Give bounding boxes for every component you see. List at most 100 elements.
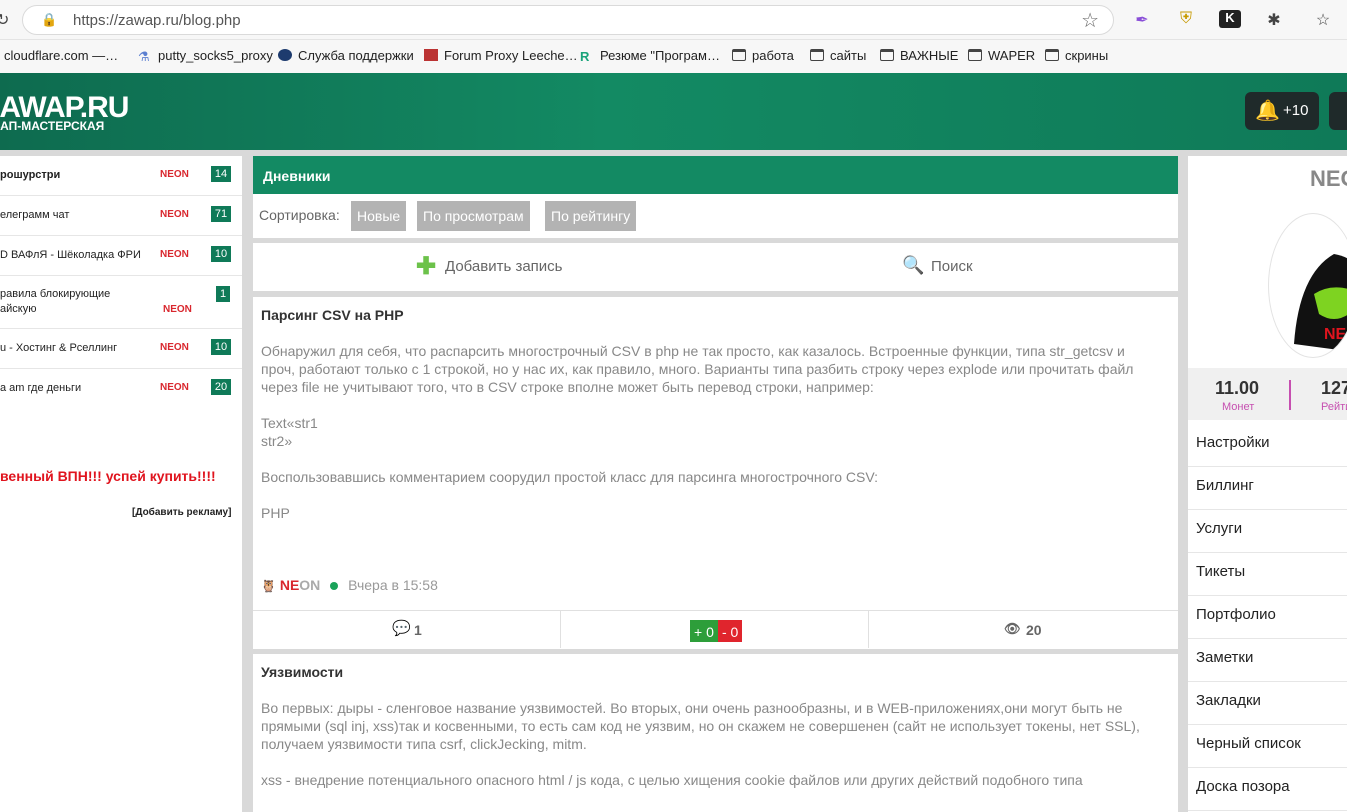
bookmark-item[interactable]: Forum Proxy Leeche…: [424, 48, 578, 63]
list-item[interactable]: u - Хостинг & Рселлинг NEON 10: [0, 329, 242, 369]
list-item-count: 20: [211, 379, 231, 395]
list-item-author[interactable]: NEON: [160, 382, 189, 393]
plus-icon: ✚: [416, 253, 437, 280]
rating-plus-button[interactable]: + 0: [690, 620, 718, 642]
bookmark-folder[interactable]: сайты: [810, 48, 866, 63]
post-time: Вчера в 15:58: [348, 577, 438, 593]
sort-rating-button[interactable]: По рейтингу: [545, 201, 637, 231]
list-item-author[interactable]: NEON: [163, 304, 192, 315]
list-item-author[interactable]: NEON: [160, 249, 189, 260]
forum-icon: [424, 49, 438, 61]
page-title: Дневники: [253, 156, 1178, 194]
list-item[interactable]: D ВАФлЯ - Шёколадка ФРИ NEON 10: [0, 236, 242, 276]
coins-value: 11.00: [1215, 378, 1260, 398]
add-post-label: Добавить запись: [445, 258, 563, 275]
sort-views-button[interactable]: По просмотрам: [417, 201, 530, 231]
search-label: Поиск: [931, 258, 973, 275]
bookmark-folder[interactable]: скрины: [1045, 48, 1108, 63]
page-body: рошурстри NEON 14 елеграмм чат NEON 71 D…: [0, 150, 1347, 812]
mail-button[interactable]: [1329, 92, 1347, 130]
list-item-count: 14: [211, 166, 231, 182]
author-name-part1[interactable]: NE: [280, 577, 299, 593]
sort-new-button[interactable]: Новые: [351, 201, 407, 231]
list-item[interactable]: елеграмм чат NEON 71: [0, 196, 242, 236]
menu-item-tickets[interactable]: Тикеты: [1188, 553, 1347, 596]
bookmark-folder[interactable]: ВАЖНЫЕ: [880, 48, 958, 63]
list-item-title[interactable]: D ВАФлЯ - Шёколадка ФРИ: [0, 249, 141, 261]
post-text: Во первых: дыры - сленговое название уяз…: [261, 700, 1140, 752]
bookmark-item[interactable]: R Резюме "Програм…: [580, 48, 720, 64]
menu-item-portfolio[interactable]: Портфолио: [1188, 596, 1347, 639]
rating-minus-button[interactable]: - 0: [718, 620, 743, 642]
menu-item-shame-board[interactable]: Доска позора: [1188, 768, 1347, 811]
list-item-count: 1: [216, 286, 230, 302]
post-title[interactable]: Парсинг CSV на PHP: [261, 306, 404, 324]
bookmarks-bar: cloudflare.com —… ⚗ putty_socks5_proxy Сл…: [0, 40, 1347, 73]
bookmark-item[interactable]: ⚗ putty_socks5_proxy: [138, 48, 273, 64]
favorites-icon[interactable]: ☆: [1312, 10, 1334, 30]
notifications-count: +10: [1283, 102, 1309, 119]
profile-stats: 11.00 Монет 127 Рейтинг: [1188, 368, 1347, 420]
user-icon: 🦉: [261, 579, 276, 593]
reload-icon[interactable]: ↻: [0, 10, 9, 30]
list-item-count: 10: [211, 246, 231, 262]
bookmark-star-icon[interactable]: ☆: [1081, 8, 1099, 33]
bookmark-item[interactable]: Служба поддержки: [278, 48, 414, 63]
post-text: Text«str1: [261, 415, 318, 431]
menu-item-blacklist[interactable]: Черный список: [1188, 725, 1347, 768]
list-item[interactable]: а am где деньги NEON 20: [0, 369, 242, 409]
address-bar[interactable]: 🔒 https://zawap.ru/blog.php ☆: [22, 5, 1114, 35]
list-item-author[interactable]: NEON: [160, 209, 189, 220]
list-item-author[interactable]: NEON: [160, 342, 189, 353]
menu-item-bookmarks[interactable]: Закладки: [1188, 682, 1347, 725]
list-item-title[interactable]: а am где деньги: [0, 382, 81, 394]
lock-icon[interactable]: 🔒: [41, 12, 57, 28]
menu-item-notes[interactable]: Заметки: [1188, 639, 1347, 682]
menu-item-billing[interactable]: Биллинг: [1188, 467, 1347, 510]
comments-count: 1: [414, 622, 422, 638]
list-item-title[interactable]: u - Хостинг & Рселлинг: [0, 342, 117, 354]
post-text: str2»: [261, 433, 293, 449]
add-ad-link[interactable]: [Добавить рекламу]: [132, 507, 231, 518]
post-title[interactable]: Уязвимости: [261, 663, 343, 681]
notifications-button[interactable]: 🔔 +10: [1245, 92, 1319, 130]
list-item-author[interactable]: NEON: [160, 169, 189, 180]
avatar[interactable]: NE: [1268, 213, 1347, 358]
list-item[interactable]: рошурстри NEON 14: [0, 156, 242, 196]
svg-text:NE: NE: [1324, 326, 1347, 343]
folder-icon: [732, 49, 746, 61]
k-extension-icon[interactable]: K: [1219, 10, 1241, 28]
list-item[interactable]: равила блокирующие айскую NEON 1: [0, 276, 242, 329]
rating-widget: + 0 - 0: [561, 610, 869, 648]
list-item-title[interactable]: рошурстри: [0, 169, 60, 181]
author-name-part2[interactable]: ON: [299, 577, 320, 593]
views-stat: 👁 20: [869, 610, 1178, 648]
shield-extension-icon[interactable]: ⛨: [1175, 10, 1197, 28]
profile-name[interactable]: NEON: [1310, 166, 1347, 192]
site-header: ZAWAP.RU ВАП-МАСТЕРСКАЯ 🔔 +10: [0, 73, 1347, 150]
list-item-count: 10: [211, 339, 231, 355]
bookmark-item[interactable]: cloudflare.com —…: [4, 48, 118, 63]
bookmark-folder[interactable]: WAPER: [968, 48, 1035, 63]
comments-button[interactable]: 💬 1: [253, 610, 561, 648]
list-item-title[interactable]: елеграмм чат: [0, 209, 69, 221]
post-text: Обнаружил для себя, что распарсить много…: [261, 343, 1134, 395]
menu-item-services[interactable]: Услуги: [1188, 510, 1347, 553]
blog-header-panel: Дневники Сортировка: Новые По просмотрам…: [253, 156, 1178, 238]
rating-label: Рейтинг: [1321, 401, 1347, 413]
menu-item-settings[interactable]: Настройки: [1188, 424, 1347, 467]
folder-icon: [880, 49, 894, 61]
post-text: PHP: [261, 505, 290, 521]
list-item-title-line2[interactable]: айскую: [0, 303, 36, 315]
coins-label: Монет: [1222, 401, 1255, 413]
folder-icon: [810, 49, 824, 61]
extensions-icon[interactable]: ✱: [1263, 10, 1285, 30]
bookmark-folder[interactable]: работа: [732, 48, 794, 63]
r-icon: R: [580, 49, 590, 64]
post-card: Уязвимости Во первых: дыры - сленговое н…: [253, 654, 1178, 812]
list-item-title[interactable]: равила блокирующие: [0, 288, 110, 300]
url-text[interactable]: https://zawap.ru/blog.php: [73, 12, 241, 29]
feather-extension-icon[interactable]: ✒: [1131, 10, 1153, 30]
post-text: xss - внедрение потенциального опасного …: [261, 772, 1083, 788]
promo-link[interactable]: венный ВПН!!! успей купить!!!!: [0, 468, 216, 484]
